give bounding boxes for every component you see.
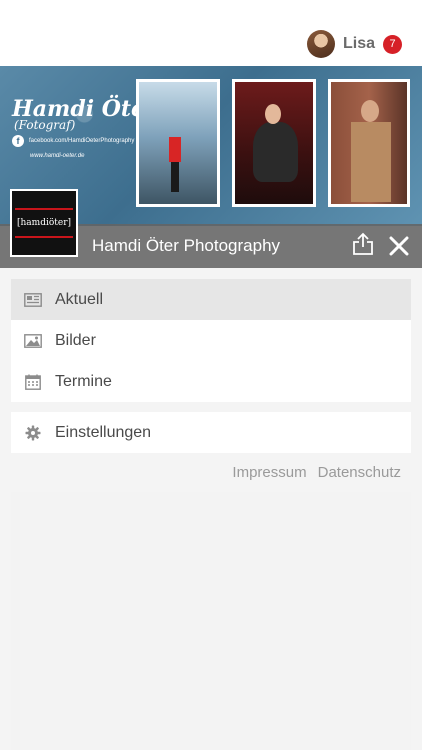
banner-photo-1 (136, 79, 220, 207)
banner-facebook-text: facebook.com/HamdiOeterPhotography (29, 138, 135, 144)
banner-website-text: www.hamdi-oeter.de (30, 153, 85, 159)
content-area (11, 492, 411, 750)
photo-figure (351, 122, 391, 202)
banner-photo-3 (328, 79, 410, 207)
menu-item-label: Termine (55, 372, 112, 390)
banner-facebook-row: f facebook.com/HamdiOeterPhotography (12, 135, 134, 147)
profile-logo-text: [hamdiöter] (15, 208, 73, 238)
menu-item-termine[interactable]: Termine (11, 361, 411, 402)
menu-item-label: Einstellungen (55, 423, 152, 441)
share-icon[interactable] (352, 232, 374, 256)
user-name[interactable]: Lisa (343, 35, 375, 53)
profile-logo: [hamdiöter] (10, 189, 78, 257)
banner-photo-2 (232, 79, 316, 207)
top-bar: Lisa 7 (0, 0, 422, 66)
impressum-link[interactable]: Impressum (232, 464, 306, 481)
photo-figure-face (361, 100, 379, 122)
calendar-icon (11, 374, 55, 390)
photo-figure-face (265, 104, 281, 124)
newspaper-icon (11, 292, 55, 307)
menu-item-einstellungen[interactable]: Einstellungen (11, 412, 411, 453)
gear-icon (11, 425, 55, 441)
photo-figure (253, 122, 298, 182)
menu-item-bilder[interactable]: Bilder (11, 320, 411, 361)
page-title: Hamdi Öter Photography (92, 236, 281, 255)
image-icon (11, 333, 55, 348)
menu-item-label: Aktuell (55, 290, 104, 308)
photo-figure (169, 137, 181, 162)
menu-item-aktuell[interactable]: Aktuell (11, 279, 411, 320)
close-icon[interactable] (389, 236, 409, 256)
user-menu[interactable]: Lisa 7 (306, 30, 402, 58)
main-menu: Aktuell Bilder Termine (11, 279, 411, 402)
notification-badge[interactable]: 7 (383, 34, 402, 54)
footer-links: Impressum Datenschutz (221, 464, 401, 481)
banner-brand-subtitle: (Fotograf) (14, 118, 76, 132)
menu-item-label: Bilder (55, 331, 96, 349)
settings-menu: Einstellungen (11, 412, 411, 453)
photo-figure-legs (171, 162, 179, 192)
user-avatar[interactable] (306, 30, 335, 58)
datenschutz-link[interactable]: Datenschutz (318, 464, 401, 481)
facebook-icon: f (12, 135, 24, 147)
